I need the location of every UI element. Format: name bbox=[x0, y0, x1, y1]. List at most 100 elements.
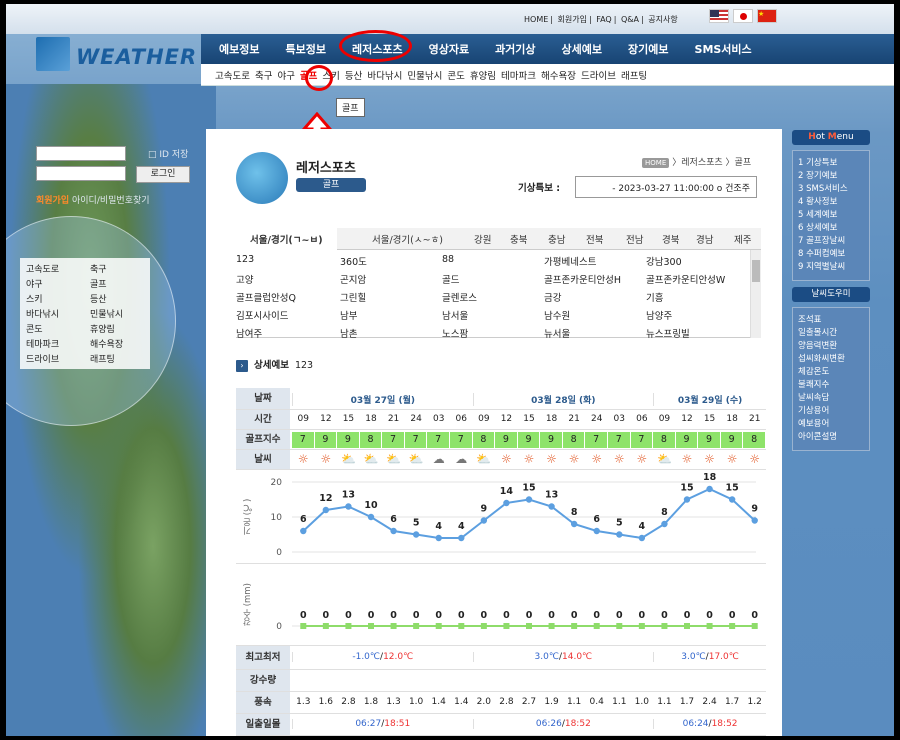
course-list-scrollbar[interactable] bbox=[750, 250, 761, 338]
course-item[interactable]: 기흥 bbox=[646, 290, 663, 304]
side-menu-item[interactable]: 민물낚시 bbox=[90, 307, 150, 320]
side-menu-item[interactable]: 등산 bbox=[90, 292, 150, 305]
helper-menu-item[interactable]: 섭씨화씨변환 bbox=[798, 353, 864, 366]
side-menu-item[interactable]: 콘도 bbox=[26, 322, 90, 335]
region-tab[interactable]: 강원 bbox=[474, 232, 491, 246]
course-item[interactable]: 골드 bbox=[442, 272, 459, 286]
hot-menu-item[interactable]: 1 기상특보 bbox=[798, 157, 864, 170]
side-menu-item[interactable]: 바다낚시 bbox=[26, 307, 90, 320]
region-tab[interactable]: 전북 bbox=[586, 232, 603, 246]
course-item[interactable]: 골프클럽안성Q bbox=[236, 290, 296, 304]
side-menu-item[interactable]: 테마파크 bbox=[26, 337, 90, 350]
course-item[interactable]: 남촌 bbox=[340, 326, 357, 340]
helper-menu-item[interactable]: 예보용어 bbox=[798, 418, 864, 431]
id-input[interactable] bbox=[36, 146, 126, 161]
side-menu-item[interactable]: 휴양림 bbox=[90, 322, 150, 335]
sub-nav-item[interactable]: 래프팅 bbox=[621, 68, 647, 82]
helper-menu-item[interactable]: 체감온도 bbox=[798, 366, 864, 379]
sub-nav-item[interactable]: 휴양림 bbox=[470, 68, 496, 82]
side-menu-item[interactable]: 골프 bbox=[90, 277, 150, 290]
course-item[interactable]: 123 bbox=[236, 254, 254, 265]
helper-menu-item[interactable]: 양음력변환 bbox=[798, 340, 864, 353]
helper-menu-item[interactable]: 불쾌지수 bbox=[798, 379, 864, 392]
hot-menu-item[interactable]: 9 지역별날씨 bbox=[798, 261, 864, 274]
breadcrumb-item[interactable]: 레저스포츠 bbox=[681, 158, 722, 168]
sub-nav-item[interactable]: 야구 bbox=[277, 68, 294, 82]
sub-nav-item[interactable]: 테마파크 bbox=[501, 68, 536, 82]
main-nav-item[interactable]: 예보정보 bbox=[219, 41, 259, 57]
side-menu-item[interactable]: 야구 bbox=[26, 277, 90, 290]
special-report-ticker[interactable]: - 2023-03-27 11:00:00 o 건조주 bbox=[575, 176, 757, 198]
course-item[interactable]: 고양 bbox=[236, 272, 253, 286]
course-item[interactable]: 금강 bbox=[544, 290, 561, 304]
course-item[interactable]: 남서울 bbox=[442, 308, 468, 322]
hot-menu-item[interactable]: 2 장기예보 bbox=[798, 170, 864, 183]
main-nav-item[interactable]: 상세예보 bbox=[562, 41, 602, 57]
sub-nav-item[interactable]: 해수욕장 bbox=[541, 68, 576, 82]
top-link-qa[interactable]: Q&A bbox=[621, 15, 639, 24]
sub-nav-item[interactable]: 등산 bbox=[345, 68, 362, 82]
course-item[interactable]: 남수원 bbox=[544, 308, 570, 322]
top-link-faq[interactable]: FAQ bbox=[596, 15, 612, 24]
course-item[interactable]: 뉴서울 bbox=[544, 326, 570, 340]
sub-nav-item[interactable]: 드라이브 bbox=[581, 68, 616, 82]
side-menu-item[interactable]: 축구 bbox=[90, 262, 150, 275]
region-tab[interactable]: 충남 bbox=[548, 232, 565, 246]
course-item[interactable]: 남양주 bbox=[646, 308, 672, 322]
course-item[interactable]: 노스팜 bbox=[442, 326, 468, 340]
region-tab[interactable]: 전남 bbox=[626, 232, 643, 246]
region-tab[interactable]: 충북 bbox=[510, 232, 527, 246]
course-item[interactable]: 남여주 bbox=[236, 326, 262, 340]
top-link-join[interactable]: 회원가입 bbox=[558, 15, 587, 24]
region-tab-active[interactable]: 서울/경기(ㄱ~ㅂ) bbox=[236, 228, 337, 250]
top-link-notice[interactable]: 공지사항 bbox=[648, 15, 677, 24]
side-menu-item[interactable]: 드라이브 bbox=[26, 352, 90, 365]
side-menu-item[interactable]: 해수욕장 bbox=[90, 337, 150, 350]
sub-nav-item[interactable]: 고속도로 bbox=[215, 68, 250, 82]
course-item[interactable]: 남부 bbox=[340, 308, 357, 322]
hot-menu-item[interactable]: 7 골프장날씨 bbox=[798, 235, 864, 248]
hot-menu-item[interactable]: 3 SMS서비스 bbox=[798, 183, 864, 196]
hot-menu-item[interactable]: 6 상세예보 bbox=[798, 222, 864, 235]
course-item[interactable]: 360도 bbox=[340, 254, 367, 268]
course-item[interactable]: 뉴스프링빌 bbox=[646, 326, 690, 340]
course-item[interactable]: 강남300 bbox=[646, 254, 682, 268]
top-link-home[interactable]: HOME bbox=[524, 15, 548, 24]
side-menu-item[interactable]: 고속도로 bbox=[26, 262, 90, 275]
main-nav-item[interactable]: SMS서비스 bbox=[695, 41, 752, 57]
helper-menu-item[interactable]: 기상용어 bbox=[798, 405, 864, 418]
course-item[interactable]: 88 bbox=[442, 254, 454, 265]
flag-japan-icon[interactable] bbox=[733, 9, 753, 23]
sub-nav-item[interactable]: 콘도 bbox=[447, 68, 464, 82]
sub-nav-item[interactable]: 축구 bbox=[255, 68, 272, 82]
breadcrumb-home[interactable]: HOME bbox=[642, 158, 670, 168]
course-item[interactable]: 김포시사이드 bbox=[236, 308, 288, 322]
hot-menu-item[interactable]: 5 세계예보 bbox=[798, 209, 864, 222]
sub-nav-item[interactable]: 바다낚시 bbox=[367, 68, 402, 82]
course-item[interactable]: 곤지암 bbox=[340, 272, 366, 286]
password-input[interactable] bbox=[36, 166, 126, 181]
main-nav-item[interactable]: 영상자료 bbox=[429, 41, 469, 57]
hot-menu-item[interactable]: 8 수퍼컴예보 bbox=[798, 248, 864, 261]
side-menu-item[interactable]: 스키 bbox=[26, 292, 90, 305]
main-nav-item[interactable]: 장기예보 bbox=[628, 41, 668, 57]
sub-nav-item[interactable]: 민물낚시 bbox=[407, 68, 442, 82]
course-item[interactable]: 글렌로스 bbox=[442, 290, 477, 304]
hot-menu-item[interactable]: 4 황사정보 bbox=[798, 196, 864, 209]
site-logo[interactable]: WEATHER bbox=[36, 37, 196, 77]
flag-china-icon[interactable]: ★ bbox=[757, 9, 777, 23]
main-nav-item[interactable]: 과거기상 bbox=[495, 41, 535, 57]
course-item[interactable]: 골프존카운티안성H bbox=[544, 272, 621, 286]
helper-menu-item[interactable]: 날씨속담 bbox=[798, 392, 864, 405]
course-item[interactable]: 그린힐 bbox=[340, 290, 366, 304]
region-tab[interactable]: 제주 bbox=[734, 232, 751, 246]
login-button[interactable]: 로그인 bbox=[136, 166, 190, 183]
side-menu-item[interactable]: 래프팅 bbox=[90, 352, 150, 365]
main-nav-item[interactable]: 특보정보 bbox=[285, 41, 325, 57]
course-item[interactable]: 가평베네스트 bbox=[544, 254, 596, 268]
join-link[interactable]: 회원가입 아이디/비밀번호찾기 bbox=[36, 193, 150, 206]
helper-menu-item[interactable]: 조석표 bbox=[798, 314, 864, 327]
helper-menu-item[interactable]: 일출몰시간 bbox=[798, 327, 864, 340]
region-tab[interactable]: 서울/경기(ㅅ~ㅎ) bbox=[372, 232, 443, 246]
course-item[interactable]: 골프존카운티안성W bbox=[646, 272, 725, 286]
